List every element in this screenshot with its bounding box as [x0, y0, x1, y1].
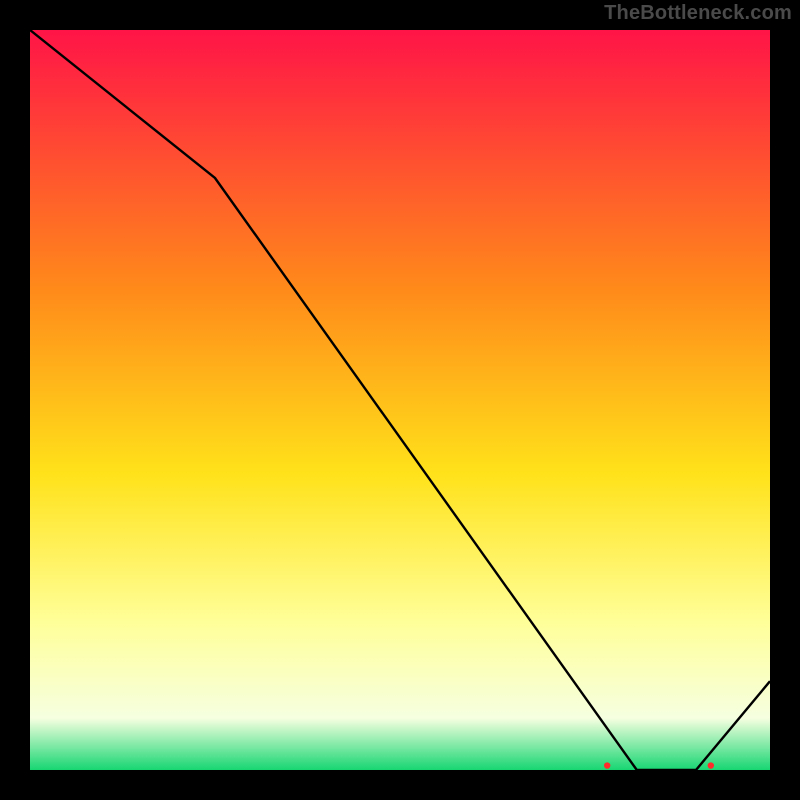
chart-svg: [30, 30, 770, 770]
marker-dot: [708, 762, 714, 768]
chart-frame: TheBottleneck.com: [0, 0, 800, 800]
gradient-background: [30, 30, 770, 770]
marker-dot: [604, 762, 610, 768]
plot-area: [30, 30, 770, 770]
watermark-text: TheBottleneck.com: [604, 2, 792, 25]
